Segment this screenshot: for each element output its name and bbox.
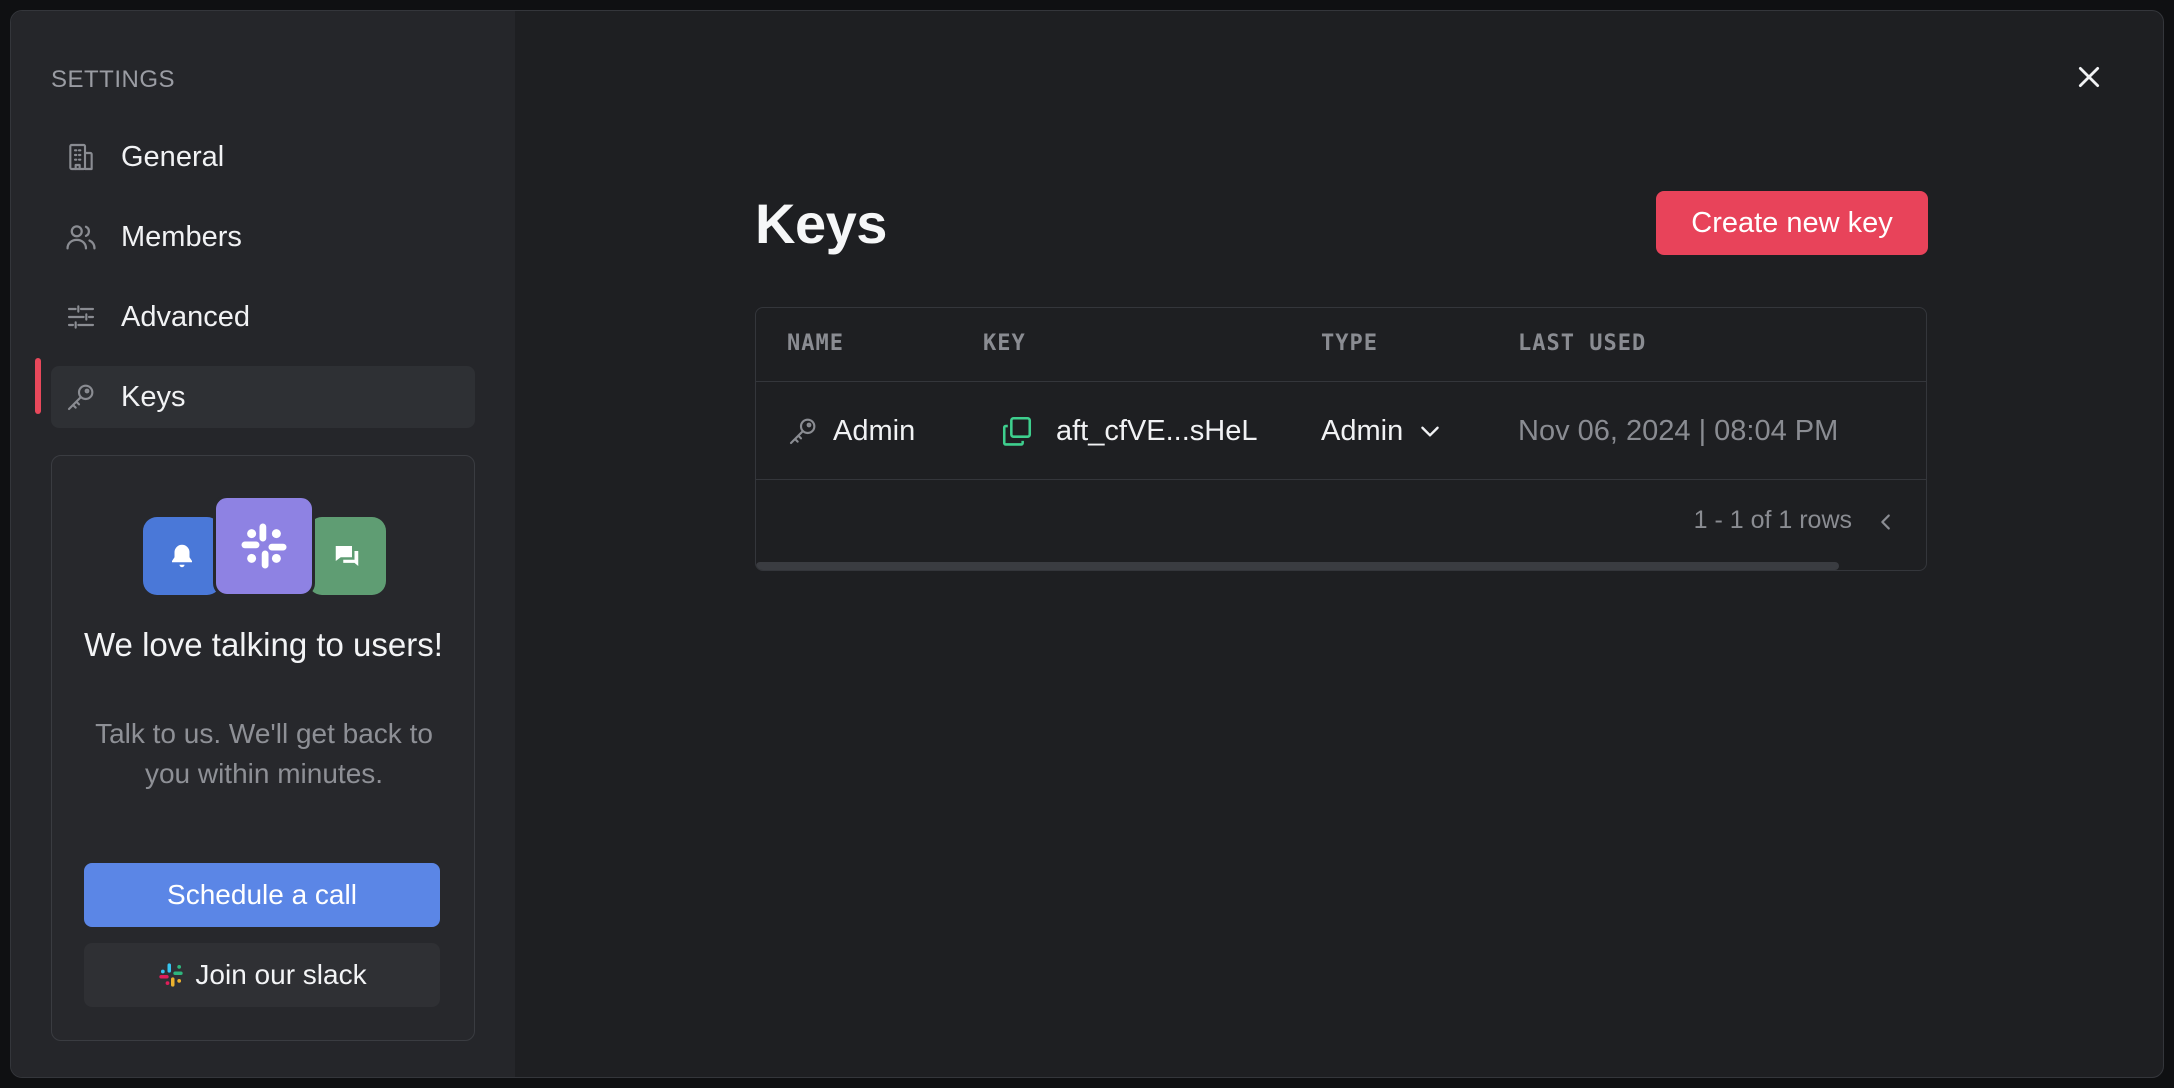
key-icon	[787, 415, 819, 447]
sidebar-item-label: Members	[121, 220, 242, 253]
sidebar-item-advanced[interactable]: Advanced	[51, 286, 475, 348]
schedule-call-label: Schedule a call	[167, 879, 357, 910]
close-button[interactable]	[2069, 57, 2109, 97]
join-slack-button[interactable]: Join our slack	[84, 943, 440, 1007]
key-name: Admin	[833, 414, 916, 447]
last-used-cell: Nov 06, 2024 | 08:04 PM	[1518, 414, 1839, 447]
sidebar-item-members[interactable]: Members	[51, 206, 475, 268]
previous-page-button[interactable]	[1870, 506, 1902, 538]
column-header-name[interactable]: NAME	[787, 331, 844, 356]
slack-icon	[213, 495, 315, 597]
bell-icon	[143, 517, 221, 595]
pagination-text: 1 - 1 of 1 rows	[1693, 506, 1852, 534]
sidebar-item-general[interactable]: General	[51, 126, 475, 188]
chevron-left-icon	[1881, 514, 1890, 530]
support-promo-card: We love talking to users! Talk to us. We…	[51, 455, 475, 1041]
key-value-cell: aft_cfVE...sHeL	[1000, 382, 1258, 480]
close-icon	[2078, 66, 2100, 88]
slack-logo-icon	[157, 961, 185, 989]
table-row[interactable]: Admin aft_cfVE...sHeL Admin Nov 06, 2024…	[756, 382, 1926, 480]
sidebar-item-label: Advanced	[121, 300, 250, 333]
active-indicator	[35, 358, 41, 414]
sidebar-heading: SETTINGS	[51, 66, 176, 93]
keys-table: NAME KEY TYPE LAST USED Admin aft_cfVE..…	[755, 307, 1927, 571]
settings-modal: SETTINGS General Members Advanced Keys W…	[10, 10, 2164, 1078]
key-type-value: Admin	[1321, 414, 1404, 447]
schedule-call-button[interactable]: Schedule a call	[84, 863, 440, 927]
create-key-label: Create new key	[1691, 206, 1893, 239]
sidebar-item-label: Keys	[121, 380, 186, 413]
table-footer: 1 - 1 of 1 rows	[756, 480, 1926, 570]
building-icon	[63, 139, 99, 175]
key-value: aft_cfVE...sHeL	[1056, 414, 1258, 447]
chat-icon	[308, 517, 386, 595]
promo-badges	[52, 456, 474, 606]
key-icon	[63, 379, 99, 415]
promo-text: Talk to us. We'll get back to you within…	[95, 718, 433, 789]
settings-sidebar: SETTINGS General Members Advanced Keys W…	[11, 11, 515, 1077]
column-header-last-used[interactable]: LAST USED	[1518, 331, 1646, 356]
copy-icon[interactable]	[1000, 414, 1034, 448]
users-icon	[63, 219, 99, 255]
table-header: NAME KEY TYPE LAST USED	[756, 308, 1926, 382]
sidebar-item-keys[interactable]: Keys	[51, 366, 475, 428]
key-type-dropdown[interactable]: Admin	[1321, 382, 1443, 480]
promo-title: We love talking to users!	[84, 626, 443, 663]
chevron-down-icon	[1417, 418, 1443, 444]
horizontal-scrollbar[interactable]	[756, 562, 1839, 570]
column-header-key[interactable]: KEY	[983, 331, 1026, 356]
join-slack-label: Join our slack	[195, 959, 367, 990]
key-name-cell: Admin	[787, 382, 915, 480]
sidebar-item-label: General	[121, 140, 225, 173]
sliders-icon	[63, 299, 99, 335]
column-header-type[interactable]: TYPE	[1321, 331, 1378, 356]
page-title: Keys	[755, 192, 887, 255]
create-key-button[interactable]: Create new key	[1656, 191, 1928, 255]
